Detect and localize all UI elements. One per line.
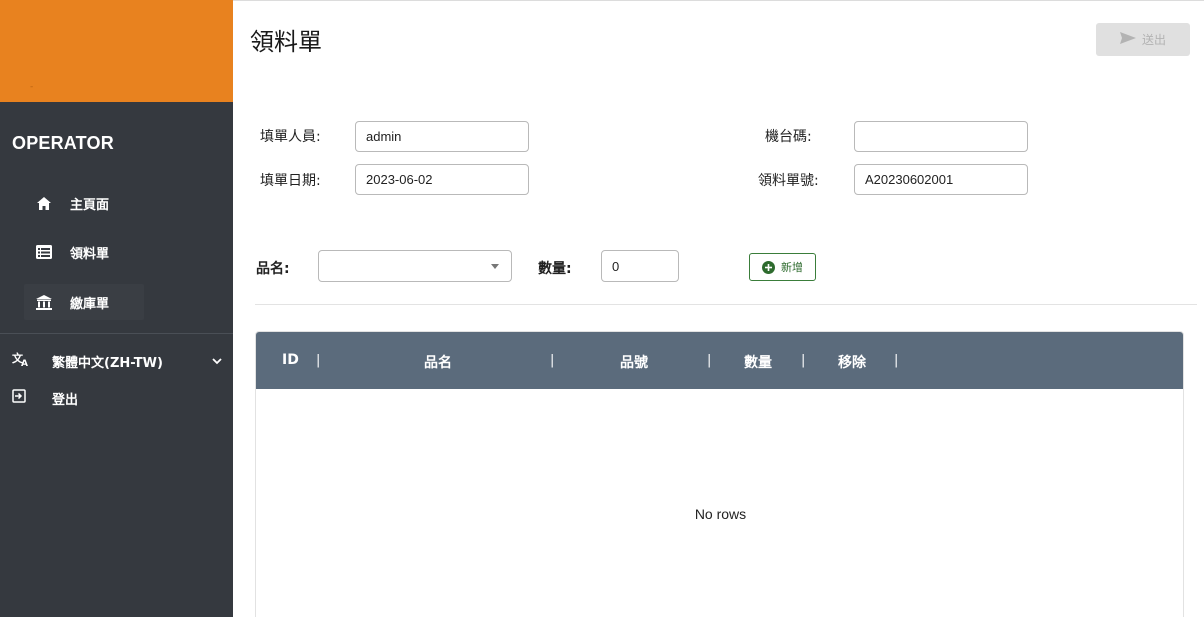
- send-icon: [1119, 32, 1136, 47]
- sidebar-item-label: 繳庫單: [70, 296, 110, 312]
- brand-banner: -: [0, 0, 233, 102]
- section-divider: [255, 304, 1197, 305]
- plus-circle-icon: [762, 260, 775, 274]
- column-header-id[interactable]: ID: [282, 352, 299, 368]
- translate-icon: 文A: [12, 351, 30, 371]
- home-icon: [34, 193, 54, 213]
- sidebar: - OPERATOR 主頁面 領料單 繳庫單 文A 繁體中文(ZH-TW) 登出: [0, 0, 233, 617]
- quantity-label: 數量:: [538, 261, 572, 277]
- empty-state-text: No rows: [694, 506, 747, 522]
- user-role-title: OPERATOR: [12, 133, 114, 153]
- column-header-item-number[interactable]: 品號: [620, 352, 648, 372]
- logout-icon: [12, 389, 26, 407]
- column-separator[interactable]: |: [316, 353, 320, 368]
- bank-icon: [34, 292, 54, 312]
- column-header-remove[interactable]: 移除: [838, 352, 866, 372]
- column-separator[interactable]: |: [894, 353, 898, 368]
- add-item-button[interactable]: 新增: [749, 253, 816, 281]
- brand-mark: -: [30, 82, 34, 92]
- sidebar-item-label: 主頁面: [70, 197, 110, 213]
- top-border: [233, 0, 1204, 1]
- column-header-quantity[interactable]: 數量: [744, 352, 772, 372]
- page-title: 領料單: [250, 28, 322, 56]
- filler-label: 填單人員:: [260, 129, 321, 145]
- sidebar-item-home[interactable]: 主頁面: [24, 185, 144, 221]
- svg-text:A: A: [21, 359, 28, 367]
- language-label: 繁體中文(ZH-TW): [52, 355, 163, 371]
- dropdown-arrow-icon: [491, 264, 499, 269]
- column-separator[interactable]: |: [801, 353, 805, 368]
- item-name-label: 品名:: [256, 261, 290, 277]
- column-separator[interactable]: |: [550, 353, 554, 368]
- machine-code-label: 機台碼:: [765, 129, 812, 145]
- language-selector[interactable]: 文A 繁體中文(ZH-TW): [12, 350, 222, 372]
- chevron-down-icon: [212, 354, 222, 369]
- column-header-item-name[interactable]: 品名: [424, 352, 452, 372]
- logout-button[interactable]: 登出: [12, 387, 78, 409]
- machine-code-input[interactable]: [854, 121, 1028, 152]
- item-name-select[interactable]: [318, 250, 512, 282]
- filler-input[interactable]: admin: [355, 121, 529, 152]
- sidebar-item-label: 領料單: [70, 246, 110, 262]
- sidebar-item-picking-list[interactable]: 領料單: [24, 234, 144, 270]
- logout-label: 登出: [52, 392, 79, 408]
- quantity-input[interactable]: 0: [601, 250, 679, 282]
- date-input[interactable]: 2023-06-02: [355, 164, 529, 195]
- sidebar-divider: [0, 333, 233, 334]
- column-separator[interactable]: |: [707, 353, 711, 368]
- sidebar-item-return-list[interactable]: 繳庫單: [24, 284, 144, 320]
- submit-button[interactable]: 送出: [1096, 23, 1190, 56]
- list-icon: [34, 242, 54, 262]
- date-label: 填單日期:: [260, 173, 321, 189]
- submit-label: 送出: [1141, 33, 1166, 47]
- grid-header: ID | 品名 | 品號 | 數量 | 移除 |: [256, 332, 1183, 389]
- items-grid: ID | 品名 | 品號 | 數量 | 移除 | No rows: [255, 331, 1184, 617]
- order-number-label: 領料單號:: [758, 173, 819, 189]
- order-number-input[interactable]: A20230602001: [854, 164, 1028, 195]
- add-item-label: 新增: [781, 262, 803, 274]
